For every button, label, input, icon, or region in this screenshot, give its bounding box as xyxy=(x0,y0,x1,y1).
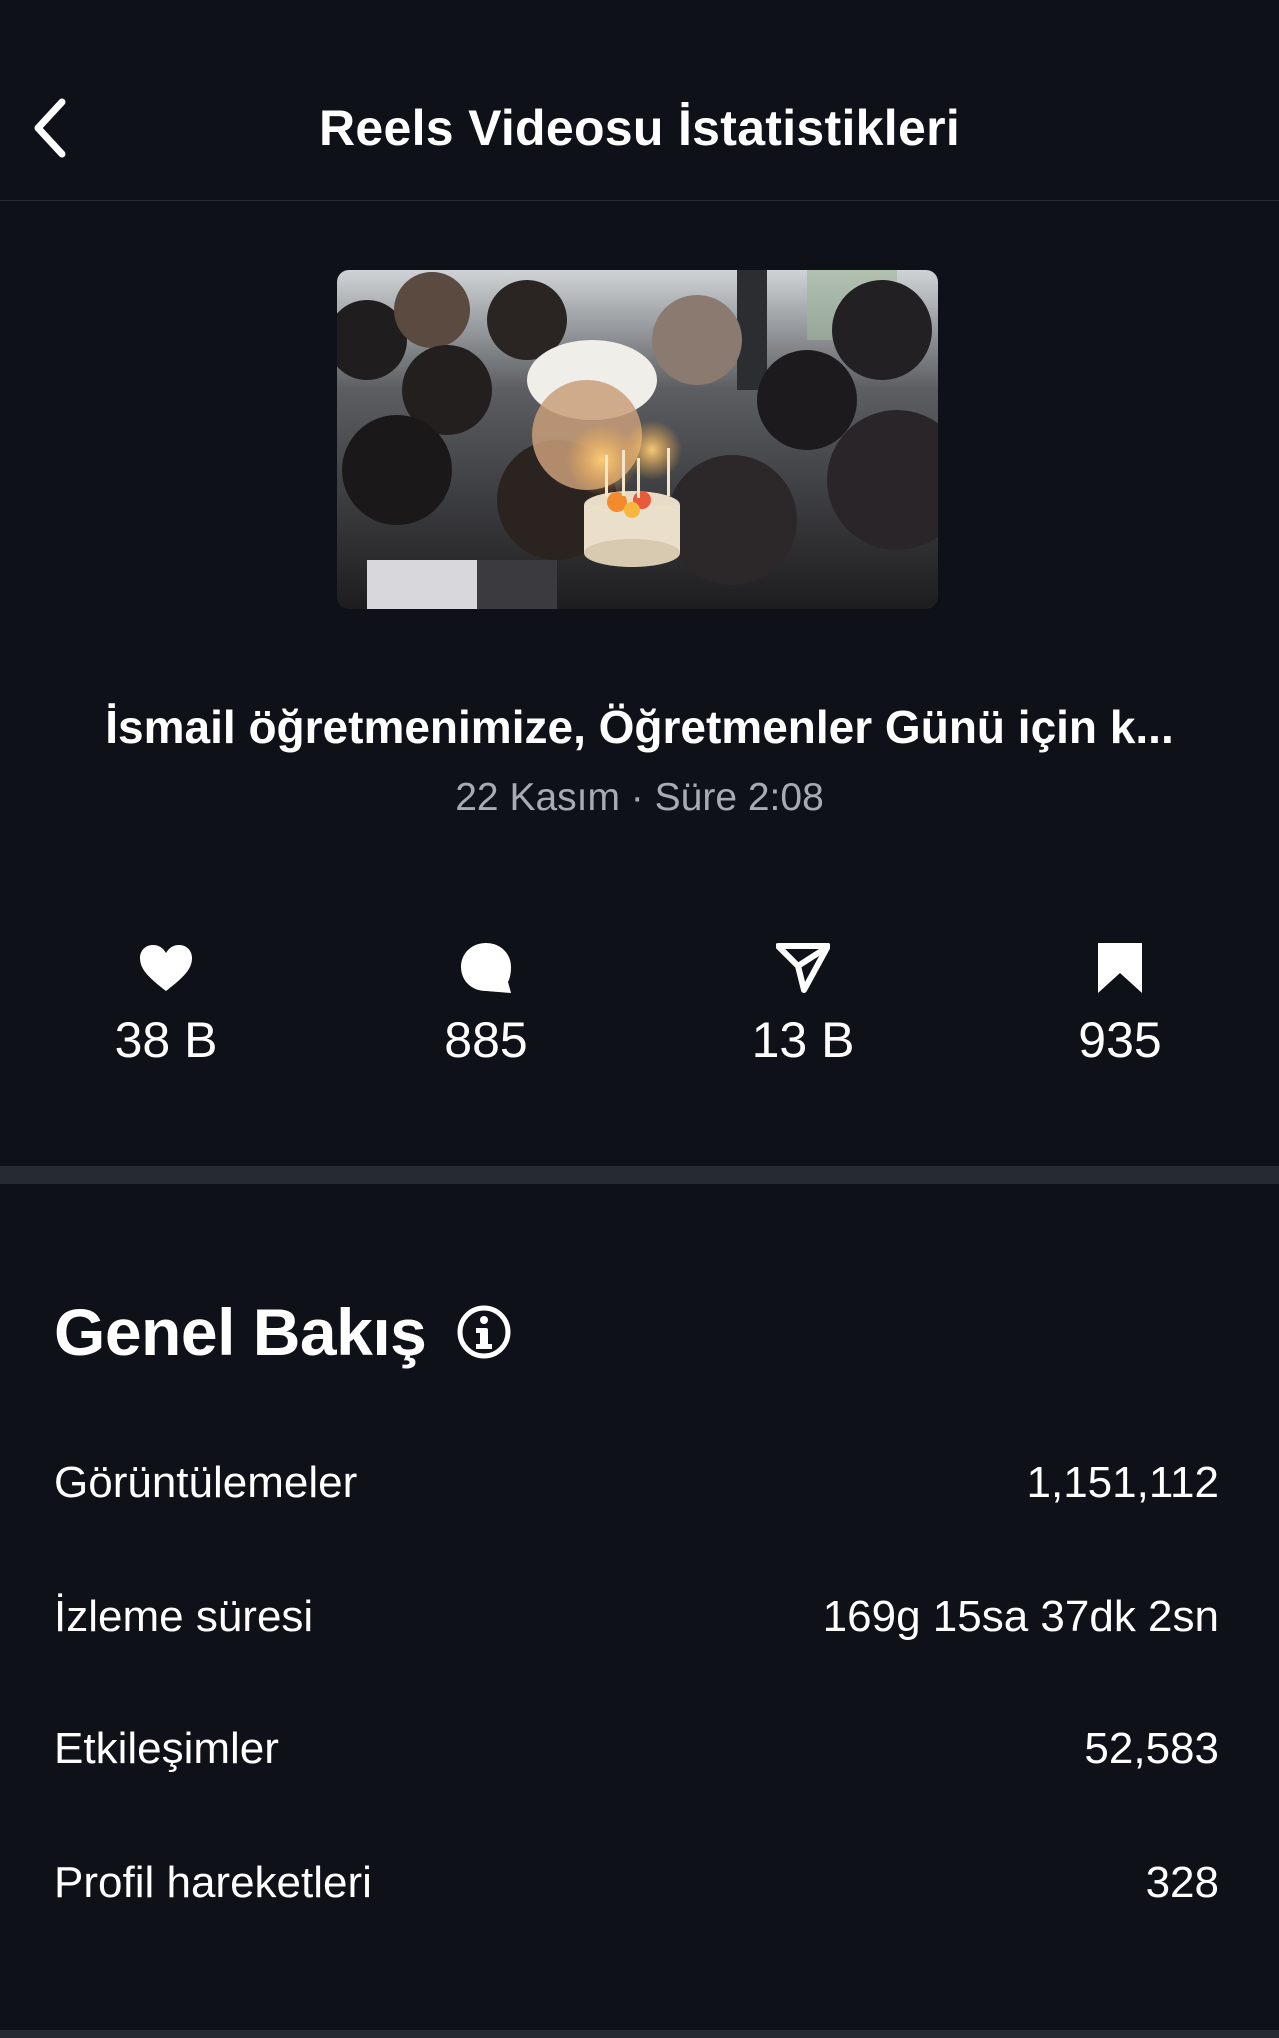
metric-value: 328 xyxy=(1145,1858,1219,1907)
metric-row-profile-activity: Profil hareketleri 328 xyxy=(54,1848,1219,1918)
video-meta: 22 Kasım · Süre 2:08 xyxy=(455,776,824,819)
metric-row-watch-time: İzleme süresi 169g 15sa 37dk 2sn xyxy=(54,1582,1219,1652)
heart-icon xyxy=(140,945,192,991)
metric-row-interactions: Etkileşimler 52,583 xyxy=(54,1714,1219,1784)
overview-title: Genel Bakış xyxy=(54,1295,427,1369)
video-caption: İsmail öğretmenimize, Öğretmenler Günü i… xyxy=(105,701,1174,753)
metric-label: Etkileşimler xyxy=(54,1724,279,1773)
comments-stat[interactable]: 885 xyxy=(376,938,596,1078)
section-divider xyxy=(0,1166,1279,1184)
saves-stat[interactable]: 935 xyxy=(1010,938,1230,1078)
shares-stat[interactable]: 13 B xyxy=(693,938,913,1078)
video-thumbnail[interactable] xyxy=(337,270,938,609)
likes-count: 38 B xyxy=(114,1012,218,1068)
saves-count: 935 xyxy=(1078,1012,1162,1068)
bottom-divider xyxy=(0,2030,1279,2038)
metric-label: Görüntülemeler xyxy=(54,1458,358,1507)
bookmark-icon xyxy=(1098,943,1142,993)
metric-value: 52,583 xyxy=(1084,1724,1219,1773)
page-title: Reels Videosu İstatistikleri xyxy=(318,100,961,156)
comment-icon xyxy=(461,943,511,993)
top-bar: Reels Videosu İstatistikleri xyxy=(0,0,1279,201)
metric-label: İzleme süresi xyxy=(54,1592,314,1641)
metric-label: Profil hareketleri xyxy=(54,1858,372,1907)
likes-stat[interactable]: 38 B xyxy=(56,938,276,1078)
metric-row-views: Görüntülemeler 1,151,112 xyxy=(54,1448,1219,1518)
shares-count: 13 B xyxy=(751,1012,855,1068)
comments-count: 885 xyxy=(444,1012,528,1068)
overview-header: Genel Bakış xyxy=(54,1292,512,1372)
share-icon xyxy=(776,943,830,993)
info-icon xyxy=(457,1305,511,1359)
metric-value: 1,151,112 xyxy=(1026,1458,1219,1507)
info-button[interactable] xyxy=(456,1304,512,1360)
metric-value: 169g 15sa 37dk 2sn xyxy=(822,1592,1219,1641)
